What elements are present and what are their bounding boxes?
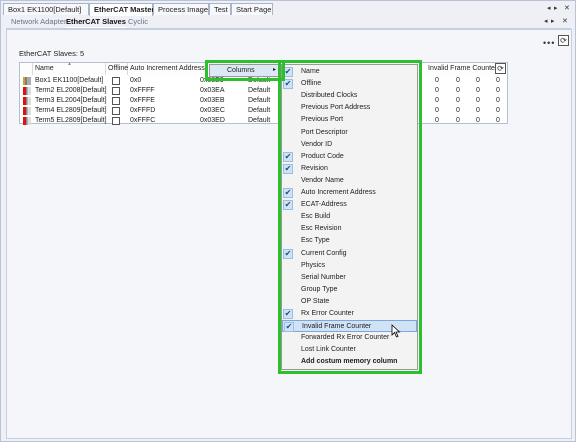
cell-counter: 0 xyxy=(496,77,500,84)
table-row[interactable]: Term3 EL2004[Default] 0xFFFE 0x03EB Default… xyxy=(20,96,509,106)
cell-counter: 0 xyxy=(435,87,439,94)
tab-box1-ek1100[interactable]: Box1 EK1100[Default] xyxy=(3,3,89,15)
cell-counter: 0 xyxy=(476,77,480,84)
tab-label: Cyclic xyxy=(128,17,148,26)
header-label: Auto Increment Address xyxy=(130,65,205,72)
slave-count-label: EtherCAT Slaves: 5 xyxy=(19,49,85,58)
tab-network-adapter[interactable]: Network Adapter xyxy=(11,17,66,27)
close-icon[interactable]: ✕ xyxy=(562,17,568,25)
offline-checkbox[interactable] xyxy=(112,77,120,85)
sort-ascending-icon: ▲ xyxy=(67,61,72,67)
tab-label: Process Image xyxy=(158,5,209,14)
terminal-red-icon xyxy=(23,107,31,115)
tab-ethercat-master[interactable]: EtherCAT Master xyxy=(89,3,155,16)
terminal-red-icon xyxy=(23,97,31,105)
table-refresh-button[interactable]: ⟳ xyxy=(495,63,506,74)
cell-counter: 0 xyxy=(456,117,460,124)
cell-auto-increment: 0x0 xyxy=(130,77,142,84)
table-row[interactable]: Term4 EL2809[Default] 0xFFFD 0x03EC Default… xyxy=(20,106,509,116)
offline-checkbox[interactable] xyxy=(112,117,120,125)
terminal-red-icon xyxy=(23,87,31,95)
cell-counter: 0 xyxy=(496,87,500,94)
cell-counter: 0 xyxy=(476,107,480,114)
tab-label: Test xyxy=(214,5,228,14)
highlight-frame xyxy=(205,60,285,81)
offline-checkbox[interactable] xyxy=(112,107,120,115)
cell-revision: Default xyxy=(248,87,271,94)
cell-auto-increment: 0xFFFE xyxy=(130,97,155,104)
offline-checkbox[interactable] xyxy=(112,87,120,95)
cell-counter: 0 xyxy=(456,107,460,114)
refresh-icon: ⟳ xyxy=(497,64,504,73)
cell-counter: 0 xyxy=(476,117,480,124)
scroll-left-icon[interactable]: ◂ xyxy=(544,17,548,25)
ek1100-coupler-icon xyxy=(23,77,31,85)
document-tab-strip: Box1 EK1100[Default] EtherCAT Master Pro… xyxy=(3,3,573,16)
cell-name: Term3 EL2004[Default] xyxy=(35,97,107,104)
terminal-red-icon xyxy=(23,117,31,125)
header-label: Offline xyxy=(108,65,129,72)
column-header-offline[interactable]: Offline xyxy=(106,63,128,75)
more-options-icon[interactable]: ••• xyxy=(543,38,555,48)
cell-counter: 0 xyxy=(456,87,460,94)
cell-counter: 0 xyxy=(435,117,439,124)
cell-counter: 0 xyxy=(456,97,460,104)
table-row[interactable]: Term2 EL2008[Default] 0xFFFF 0x03EA Default… xyxy=(20,86,509,96)
cell-counter: 0 xyxy=(456,77,460,84)
cell-name: Term2 EL2008[Default] xyxy=(35,87,107,94)
column-header-invalid-frame[interactable]: Invalid Frame Counter xyxy=(426,63,498,75)
tab-label: Network Adapter xyxy=(11,17,67,26)
cell-ecat-address: 0x03EA xyxy=(200,87,225,94)
cell-revision: Default xyxy=(248,117,271,124)
tab-label: EtherCAT Master xyxy=(94,5,155,14)
tab-start-page[interactable]: Start Page xyxy=(231,3,273,15)
refresh-icon: ⟳ xyxy=(560,36,567,45)
refresh-button[interactable]: ⟳ xyxy=(558,35,569,46)
app-window: Box1 EK1100[Default] EtherCAT Master Pro… xyxy=(0,0,576,442)
tab-label: Box1 EK1100[Default] xyxy=(8,5,82,14)
cell-counter: 0 xyxy=(496,97,500,104)
tab-process-image[interactable]: Process Image xyxy=(153,3,209,15)
tab-cyclic[interactable]: Cyclic xyxy=(128,17,148,27)
close-icon[interactable]: ✕ xyxy=(564,4,570,12)
cell-counter: 0 xyxy=(435,107,439,114)
scroll-right-icon[interactable]: ▸ xyxy=(551,17,555,25)
cell-ecat-address: 0x03EC xyxy=(200,107,225,114)
cell-name: Term4 EL2809[Default] xyxy=(35,107,107,114)
cell-ecat-address: 0x03EB xyxy=(200,97,225,104)
cell-ecat-address: 0x03ED xyxy=(200,117,225,124)
tab-test[interactable]: Test xyxy=(209,3,231,15)
column-header-name[interactable]: Name ▲ xyxy=(33,61,106,75)
header-label: Name xyxy=(35,65,54,72)
cell-auto-increment: 0xFFFC xyxy=(130,117,156,124)
tab-label: EtherCAT Slaves xyxy=(66,17,126,26)
cell-revision: Default xyxy=(248,97,271,104)
table-row[interactable]: Term5 EL2809[Default] 0xFFFC 0x03ED Default… xyxy=(20,116,509,126)
column-header-auto-increment[interactable]: Auto Increment Address xyxy=(128,63,210,75)
offline-checkbox[interactable] xyxy=(112,97,120,105)
cell-name: Term5 EL2809[Default] xyxy=(35,117,107,124)
cell-counter: 0 xyxy=(435,97,439,104)
scroll-right-icon[interactable]: ▸ xyxy=(554,4,558,12)
scroll-left-icon[interactable]: ◂ xyxy=(547,4,551,12)
header-label: Invalid Frame Counter xyxy=(428,65,498,72)
cell-counter: 0 xyxy=(476,87,480,94)
cell-counter: 0 xyxy=(496,107,500,114)
tab-label: Start Page xyxy=(236,5,272,14)
row-header-corner xyxy=(20,63,33,75)
cell-revision: Default xyxy=(248,107,271,114)
cell-name: Box1 EK1100[Default] xyxy=(35,77,104,84)
cell-auto-increment: 0xFFFD xyxy=(130,107,156,114)
cell-counter: 0 xyxy=(435,77,439,84)
mouse-pointer-icon xyxy=(391,324,401,338)
cell-counter: 0 xyxy=(496,117,500,124)
inner-tab-strip: Network Adapter EtherCAT Slaves Cyclic ◂… xyxy=(9,17,571,29)
cell-counter: 0 xyxy=(476,97,480,104)
cell-auto-increment: 0xFFFF xyxy=(130,87,155,94)
